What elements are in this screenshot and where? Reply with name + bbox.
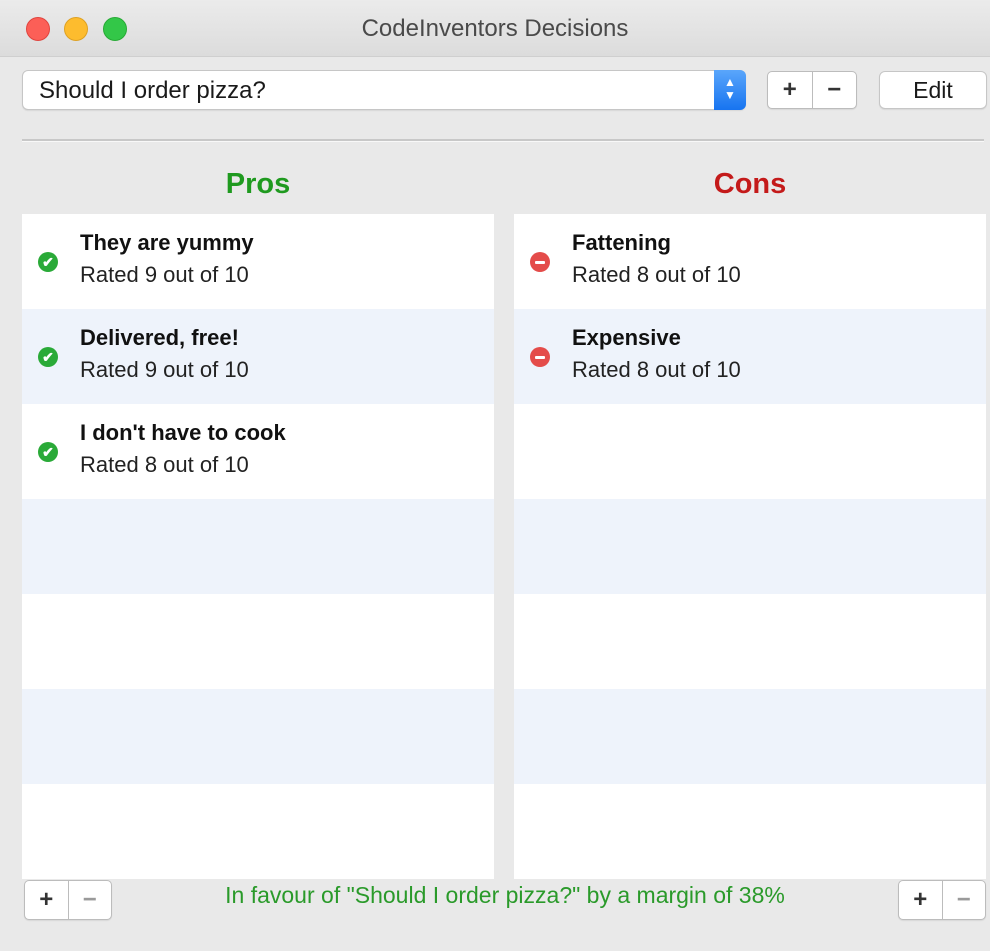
edit-button[interactable]: Edit [879, 71, 987, 109]
cons-add-remove-control: + − [898, 880, 986, 920]
empty-row [22, 784, 494, 879]
empty-row [514, 594, 986, 689]
cons-heading: Cons [713, 168, 787, 200]
decision-select-value: Should I order pizza? [39, 77, 266, 104]
add-con-button[interactable]: + [899, 881, 942, 919]
con-list-item[interactable]: Expensive Rated 8 out of 10 [514, 309, 986, 404]
pro-list-item[interactable]: ✔ They are yummy Rated 9 out of 10 [22, 214, 494, 309]
remove-con-button[interactable]: − [941, 881, 986, 919]
add-pro-button[interactable]: + [25, 881, 68, 919]
item-rating: Rated 9 out of 10 [80, 262, 249, 287]
pro-list-item[interactable]: ✔ I don't have to cook Rated 8 out of 10 [22, 404, 494, 499]
checkmark-circle-icon: ✔ [38, 347, 58, 367]
checkmark-circle-icon: ✔ [38, 442, 58, 462]
updown-chevron-icon: ▲ ▼ [714, 70, 746, 110]
decision-select[interactable]: Should I order pizza? ▲ ▼ [22, 70, 746, 110]
checkmark-circle-icon: ✔ [38, 252, 58, 272]
empty-row [514, 499, 986, 594]
pros-heading: Pros [225, 168, 291, 200]
pro-list-item[interactable]: ✔ Delivered, free! Rated 9 out of 10 [22, 309, 494, 404]
minus-circle-icon [530, 347, 550, 367]
title-bar: CodeInventors Decisions [0, 0, 990, 57]
remove-pro-button[interactable]: − [67, 881, 112, 919]
item-title: I don't have to cook [80, 420, 286, 445]
decision-status-text: In favour of "Should I order pizza?" by … [225, 882, 785, 908]
window-title: CodeInventors Decisions [361, 15, 629, 42]
decision-add-remove-control: + − [767, 71, 857, 109]
minus-circle-icon [530, 252, 550, 272]
item-rating: Rated 8 out of 10 [572, 357, 741, 382]
empty-row [514, 784, 986, 879]
add-decision-button[interactable]: + [768, 72, 812, 108]
remove-decision-button[interactable]: − [811, 72, 857, 108]
empty-row [22, 499, 494, 594]
item-rating: Rated 9 out of 10 [80, 357, 249, 382]
toolbar-divider [22, 139, 984, 142]
item-rating: Rated 8 out of 10 [572, 262, 741, 287]
item-title: Expensive [572, 325, 681, 350]
item-title: Fattening [572, 230, 671, 255]
empty-row [22, 594, 494, 689]
empty-row [514, 404, 986, 499]
item-title: They are yummy [80, 230, 254, 255]
item-title: Delivered, free! [80, 325, 239, 350]
empty-row [514, 689, 986, 784]
item-rating: Rated 8 out of 10 [80, 452, 249, 477]
pros-add-remove-control: + − [24, 880, 112, 920]
cons-list[interactable]: Fattening Rated 8 out of 10 Expensive Rated… [514, 214, 986, 879]
pros-list[interactable]: ✔ They are yummy Rated 9 out of 10 ✔ Deliver… [22, 214, 494, 879]
empty-row [22, 689, 494, 784]
con-list-item[interactable]: Fattening Rated 8 out of 10 [514, 214, 986, 309]
